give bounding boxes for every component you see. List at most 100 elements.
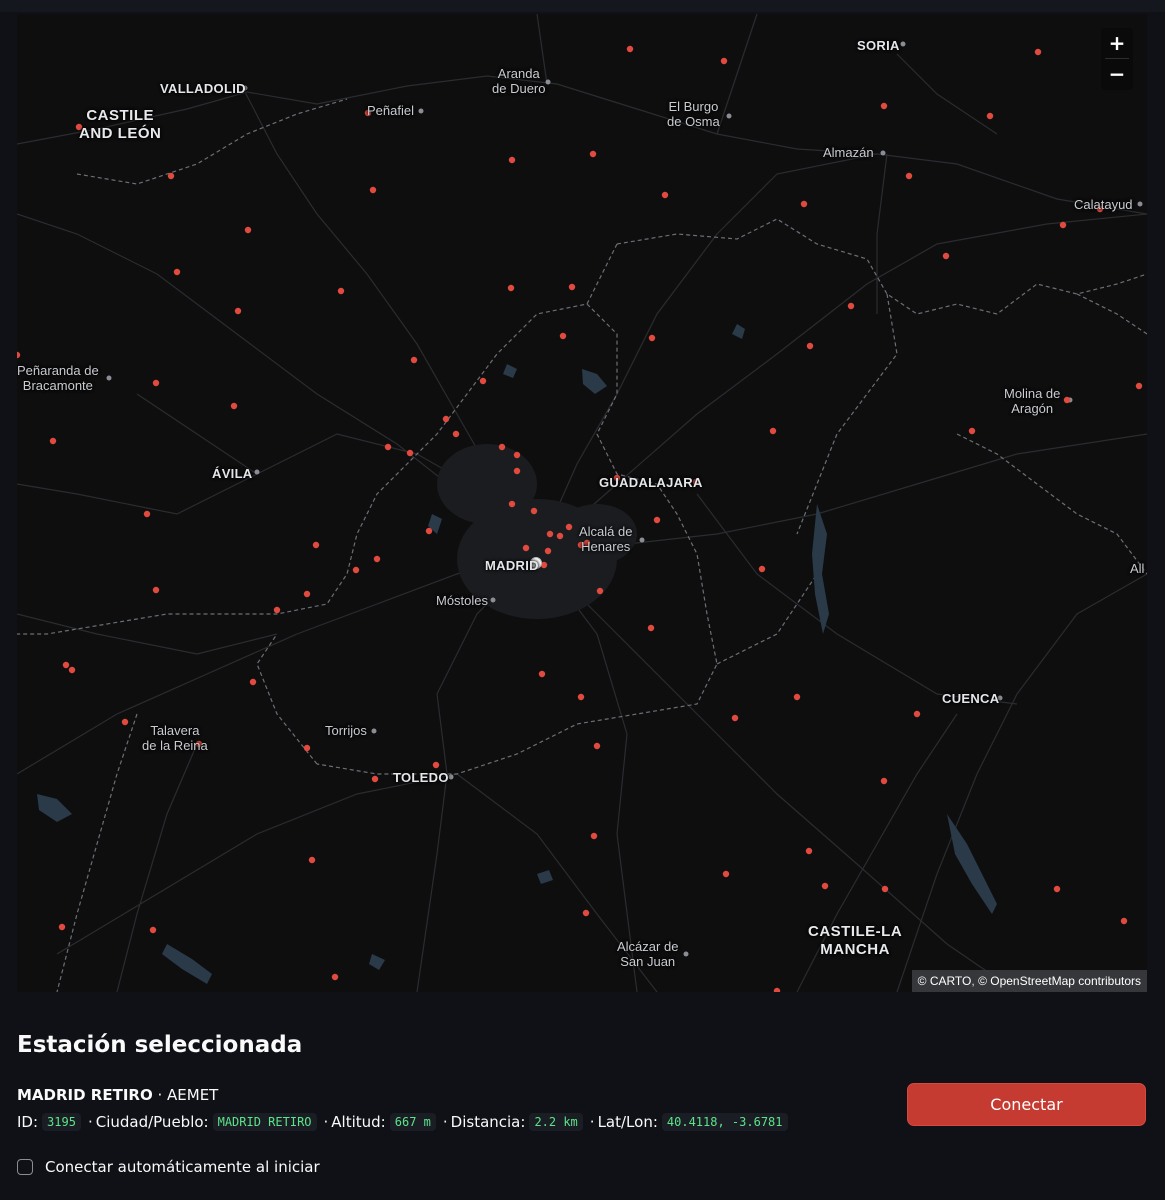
station-marker[interactable] [234,307,242,315]
carto-link[interactable]: © CARTO [918,974,972,988]
station-marker[interactable] [821,882,829,890]
station-marker[interactable] [905,172,913,180]
station-marker[interactable] [143,510,151,518]
station-map[interactable]: SORIA VALLADOLID Aranda de Duero CASTILE A… [17,14,1147,992]
station-marker[interactable] [425,527,433,535]
map-canvas[interactable] [17,14,1147,992]
station-marker[interactable] [720,57,728,65]
connect-button[interactable]: Conectar [907,1083,1146,1126]
station-marker[interactable] [442,415,450,423]
station-marker[interactable] [968,427,976,435]
station-marker[interactable] [352,566,360,574]
station-marker[interactable] [303,744,311,752]
station-marker[interactable] [758,565,766,573]
station-marker[interactable] [1120,917,1128,925]
separator-dot: · [589,1113,595,1131]
station-marker[interactable] [1034,48,1042,56]
station-marker[interactable] [589,150,597,158]
station-marker[interactable] [173,268,181,276]
region-label-castile-leon: CASTILE AND LEÓN [79,107,162,142]
zoom-out-button[interactable]: − [1101,59,1133,89]
station-marker[interactable] [452,430,460,438]
station-marker[interactable] [881,885,889,893]
station-marker[interactable] [498,443,506,451]
station-marker[interactable] [538,670,546,678]
station-marker[interactable] [371,775,379,783]
station-marker[interactable] [942,252,950,260]
station-marker[interactable] [249,678,257,686]
distance-value: 2.2 km [529,1113,583,1131]
auto-connect-checkbox[interactable] [17,1159,33,1175]
station-marker[interactable] [793,693,801,701]
station-marker[interactable] [62,661,70,669]
osm-link[interactable]: © OpenStreetMap [978,974,1075,988]
station-marker[interactable] [847,302,855,310]
station-marker[interactable] [513,451,521,459]
station-marker[interactable] [149,926,157,934]
auto-connect-label[interactable]: Conectar automáticamente al iniciar [45,1158,320,1176]
station-marker[interactable] [590,832,598,840]
separator-dot: · [87,1113,93,1131]
station-marker[interactable] [769,427,777,435]
station-marker[interactable] [373,555,381,563]
station-marker[interactable] [384,443,392,451]
station-marker[interactable] [596,587,604,595]
station-marker[interactable] [530,507,538,515]
station-marker[interactable] [1053,885,1061,893]
station-marker[interactable] [648,334,656,342]
station-marker[interactable] [410,356,418,364]
station-marker[interactable] [312,541,320,549]
station-marker[interactable] [308,856,316,864]
station-marker[interactable] [880,102,888,110]
station-marker[interactable] [559,332,567,340]
station-marker[interactable] [1135,382,1143,390]
auto-connect-option[interactable]: Conectar automáticamente al iniciar [17,1158,320,1176]
station-marker[interactable] [1059,221,1067,229]
station-marker[interactable] [522,544,530,552]
station-marker[interactable] [800,200,808,208]
station-marker[interactable] [546,530,554,538]
station-marker[interactable] [152,379,160,387]
station-marker[interactable] [513,467,521,475]
station-marker[interactable] [432,761,440,769]
station-marker[interactable] [58,923,66,931]
station-marker[interactable] [68,666,76,674]
station-marker[interactable] [508,500,516,508]
station-marker[interactable] [626,45,634,53]
station-marker[interactable] [369,186,377,194]
station-marker[interactable] [806,342,814,350]
station-marker[interactable] [508,156,516,164]
station-marker[interactable] [49,437,57,445]
station-marker[interactable] [479,377,487,385]
station-marker[interactable] [152,586,160,594]
station-marker[interactable] [653,516,661,524]
station-marker[interactable] [593,742,601,750]
station-marker[interactable] [406,449,414,457]
station-marker[interactable] [722,870,730,878]
station-marker[interactable] [647,624,655,632]
station-marker[interactable] [230,402,238,410]
station-marker[interactable] [986,112,994,120]
station-marker[interactable] [303,590,311,598]
station-marker[interactable] [731,714,739,722]
station-marker[interactable] [565,523,573,531]
zoom-in-button[interactable]: + [1101,28,1133,58]
station-marker[interactable] [577,693,585,701]
station-marker[interactable] [880,777,888,785]
place-label-all: All [1130,561,1145,576]
station-marker[interactable] [913,710,921,718]
station-marker[interactable] [167,172,175,180]
station-marker[interactable] [556,532,564,540]
station-marker[interactable] [337,287,345,295]
station-marker[interactable] [544,547,552,555]
station-marker[interactable] [582,909,590,917]
station-marker[interactable] [661,191,669,199]
station-marker[interactable] [273,606,281,614]
station-marker[interactable] [568,283,576,291]
station-marker[interactable] [805,847,813,855]
station-marker[interactable] [331,973,339,981]
station-marker[interactable] [1063,396,1071,404]
station-marker[interactable] [244,226,252,234]
station-marker[interactable] [121,718,129,726]
station-marker[interactable] [507,284,515,292]
